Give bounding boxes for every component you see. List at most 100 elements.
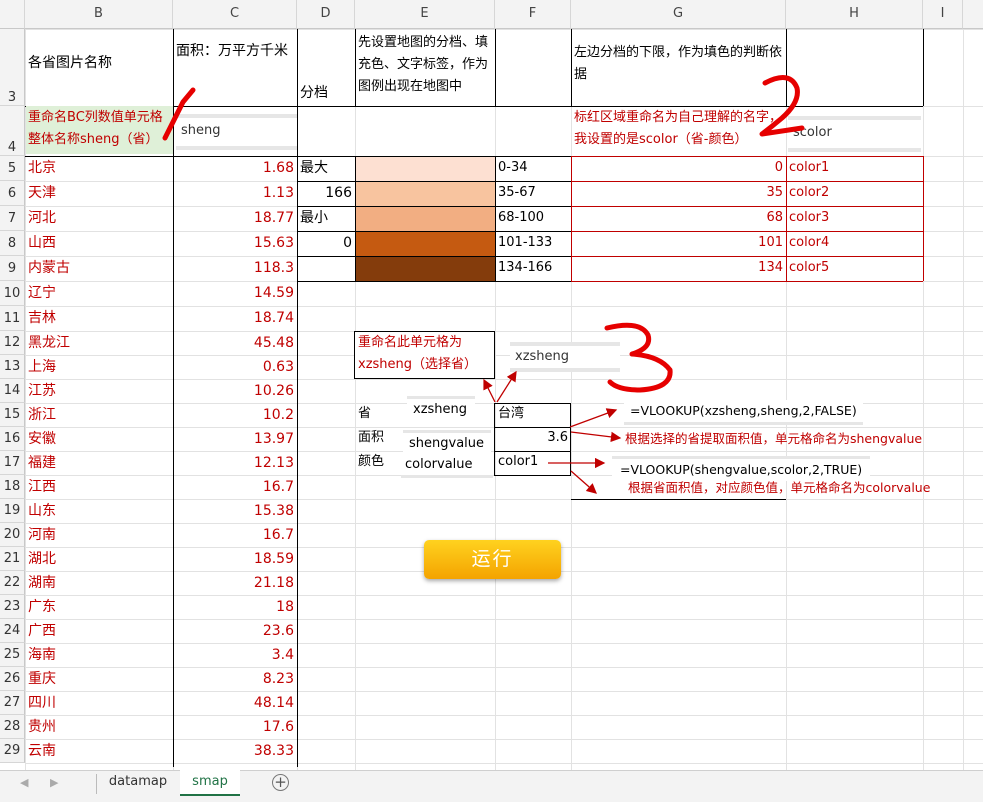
cell-e3[interactable]: 先设置地图的分档、填充色、文字标签，作为图例出现在地图中 bbox=[355, 32, 495, 98]
province-area[interactable]: 15.38 bbox=[173, 500, 297, 522]
row-header-23[interactable]: 23 bbox=[0, 595, 25, 619]
corner-header[interactable] bbox=[0, 0, 25, 29]
col-header-c[interactable]: C bbox=[173, 0, 297, 29]
province-name[interactable]: 安徽 bbox=[25, 428, 173, 450]
legend-range[interactable]: 35-67 bbox=[495, 182, 539, 204]
legend-color-swatch[interactable] bbox=[356, 157, 495, 181]
col-header-g[interactable]: G bbox=[571, 0, 786, 29]
legend-color-swatch[interactable] bbox=[356, 182, 495, 206]
province-area[interactable]: 1.13 bbox=[173, 182, 297, 204]
row-header-18[interactable]: 18 bbox=[0, 475, 25, 499]
legend-bound[interactable]: 0 bbox=[297, 232, 355, 254]
row-header-13[interactable]: 13 bbox=[0, 355, 25, 379]
run-button[interactable]: 运行 bbox=[424, 540, 561, 579]
row-header-22[interactable]: 22 bbox=[0, 571, 25, 595]
province-area[interactable]: 14.59 bbox=[173, 282, 297, 304]
province-name[interactable]: 北京 bbox=[25, 157, 173, 179]
legend-range[interactable]: 68-100 bbox=[495, 207, 547, 229]
province-area[interactable]: 21.18 bbox=[173, 572, 297, 594]
province-name[interactable]: 江西 bbox=[25, 476, 173, 498]
row-header-25[interactable]: 25 bbox=[0, 643, 25, 667]
tab-datamap[interactable]: datamap bbox=[100, 770, 176, 796]
legend-lower-bound[interactable]: 134 bbox=[571, 257, 786, 279]
col-header-d[interactable]: D bbox=[297, 0, 355, 29]
province-name[interactable]: 河南 bbox=[25, 524, 173, 546]
row-header-16[interactable]: 16 bbox=[0, 427, 25, 451]
legend-color-swatch[interactable] bbox=[356, 257, 495, 281]
province-name[interactable]: 浙江 bbox=[25, 404, 173, 426]
province-name[interactable]: 福建 bbox=[25, 452, 173, 474]
col-header-f[interactable]: F bbox=[495, 0, 571, 29]
province-area[interactable]: 12.13 bbox=[173, 452, 297, 474]
rename-note[interactable]: 重命名此单元格为xzsheng（选择省） bbox=[355, 332, 495, 376]
province-name[interactable]: 辽宁 bbox=[25, 282, 173, 304]
legend-color-swatch[interactable] bbox=[356, 207, 495, 231]
tab-smap[interactable]: smap bbox=[180, 770, 240, 796]
province-area[interactable]: 10.2 bbox=[173, 404, 297, 426]
name-tag-colorvalue[interactable]: colorvalue bbox=[401, 454, 493, 478]
legend-lower-bound[interactable]: 0 bbox=[571, 157, 786, 179]
province-name[interactable]: 天津 bbox=[25, 182, 173, 204]
province-name[interactable]: 上海 bbox=[25, 356, 173, 378]
cell-d3[interactable]: 分档 bbox=[297, 82, 355, 104]
name-box-sheng[interactable]: sheng bbox=[176, 114, 297, 150]
legend-bound[interactable]: 166 bbox=[297, 182, 355, 204]
legend-color-swatch[interactable] bbox=[356, 232, 495, 256]
legend-color-name[interactable]: color4 bbox=[786, 232, 832, 254]
row-header-28[interactable]: 28 bbox=[0, 715, 25, 739]
legend-bound[interactable]: 最大 bbox=[297, 157, 355, 179]
province-area[interactable]: 38.33 bbox=[173, 740, 297, 762]
row-header-7[interactable]: 7 bbox=[0, 206, 25, 231]
legend-range[interactable]: 101-133 bbox=[495, 232, 555, 254]
cell-b4[interactable]: 重命名BC列数值单元格整体名称sheng（省） bbox=[25, 107, 175, 151]
province-area[interactable]: 16.7 bbox=[173, 476, 297, 498]
province-area[interactable]: 15.63 bbox=[173, 232, 297, 254]
legend-range[interactable]: 0-34 bbox=[495, 157, 531, 179]
province-area[interactable]: 18 bbox=[173, 596, 297, 618]
nav-prev-icon[interactable]: ◀ bbox=[20, 776, 28, 789]
row-header-15[interactable]: 15 bbox=[0, 403, 25, 427]
province-area[interactable]: 13.97 bbox=[173, 428, 297, 450]
province-area[interactable]: 45.48 bbox=[173, 332, 297, 354]
province-name[interactable]: 四川 bbox=[25, 692, 173, 714]
province-name[interactable]: 河北 bbox=[25, 207, 173, 229]
row-header-17[interactable]: 17 bbox=[0, 451, 25, 475]
nav-next-icon[interactable]: ▶ bbox=[50, 776, 58, 789]
name-tag-xzsheng[interactable]: xzsheng bbox=[407, 396, 475, 420]
province-name[interactable]: 广西 bbox=[25, 620, 173, 642]
cell-g4[interactable]: 标红区域重命名为自己理解的名字，我设置的是scolor（省-颜色） bbox=[571, 107, 786, 151]
province-area[interactable]: 16.7 bbox=[173, 524, 297, 546]
row-header-24[interactable]: 24 bbox=[0, 619, 25, 643]
cell-f15[interactable]: 台湾 bbox=[495, 403, 571, 425]
col-header-i[interactable]: I bbox=[923, 0, 963, 29]
row-header-6[interactable]: 6 bbox=[0, 181, 25, 206]
province-name[interactable]: 内蒙古 bbox=[25, 257, 173, 279]
legend-lower-bound[interactable]: 35 bbox=[571, 182, 786, 204]
legend-color-name[interactable]: color5 bbox=[786, 257, 832, 279]
province-name[interactable]: 云南 bbox=[25, 740, 173, 762]
province-name[interactable]: 贵州 bbox=[25, 716, 173, 738]
name-tag-shengvalue[interactable]: shengvalue bbox=[403, 430, 491, 452]
add-sheet-icon[interactable]: + bbox=[272, 774, 289, 791]
cell-c3[interactable]: 面积：万平方千米 bbox=[173, 40, 297, 62]
legend-color-name[interactable]: color2 bbox=[786, 182, 832, 204]
province-area[interactable]: 3.4 bbox=[173, 644, 297, 666]
province-area[interactable]: 18.77 bbox=[173, 207, 297, 229]
province-name[interactable]: 湖南 bbox=[25, 572, 173, 594]
province-name[interactable]: 黑龙江 bbox=[25, 332, 173, 354]
row-header-10[interactable]: 10 bbox=[0, 281, 25, 306]
legend-lower-bound[interactable]: 101 bbox=[571, 232, 786, 254]
row-header-4[interactable]: 4 bbox=[0, 106, 25, 156]
province-name[interactable]: 广东 bbox=[25, 596, 173, 618]
province-area[interactable]: 18.74 bbox=[173, 307, 297, 329]
legend-range[interactable]: 134-166 bbox=[495, 257, 555, 279]
province-name[interactable]: 重庆 bbox=[25, 668, 173, 690]
cell-f16[interactable]: 3.6 bbox=[495, 427, 571, 449]
row-header-8[interactable]: 8 bbox=[0, 231, 25, 256]
row-header-27[interactable]: 27 bbox=[0, 691, 25, 715]
row-header-12[interactable]: 12 bbox=[0, 331, 25, 355]
row-header-14[interactable]: 14 bbox=[0, 379, 25, 403]
province-area[interactable]: 48.14 bbox=[173, 692, 297, 714]
row-header-29[interactable]: 29 bbox=[0, 739, 25, 763]
province-area[interactable]: 1.68 bbox=[173, 157, 297, 179]
